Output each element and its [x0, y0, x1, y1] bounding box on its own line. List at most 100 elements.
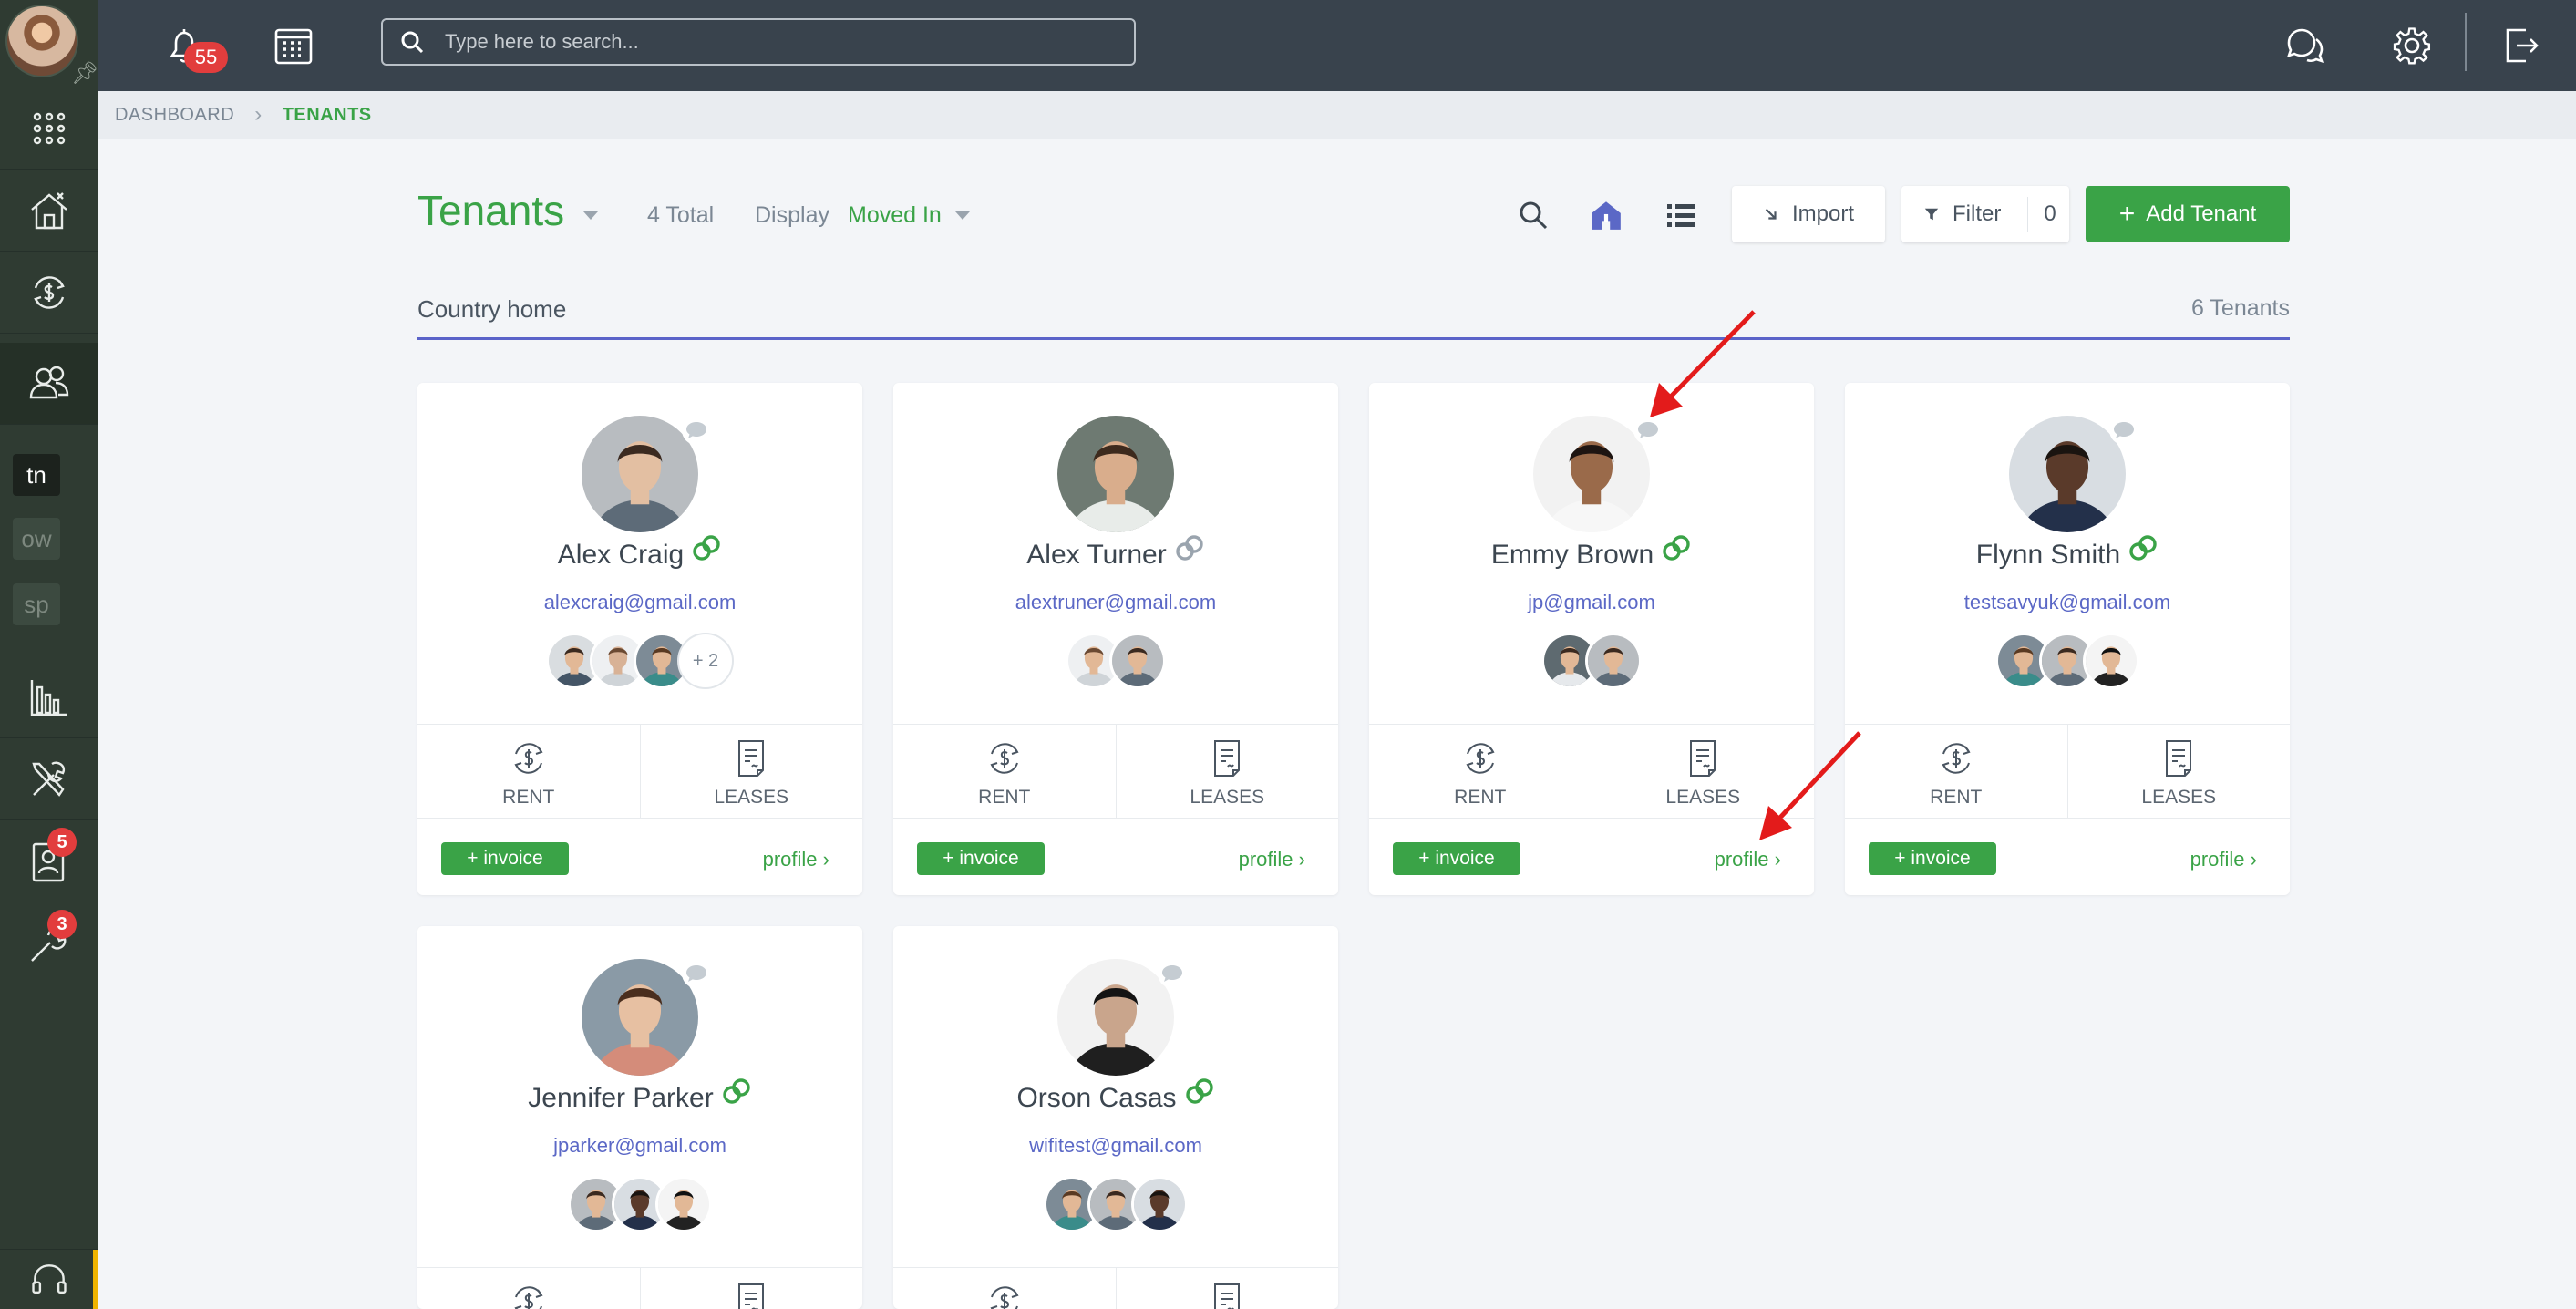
tenant-avatar[interactable]: [1057, 416, 1174, 532]
calendar-button[interactable]: [268, 20, 319, 71]
rent-icon: [1459, 737, 1501, 779]
property-group-count: 6 Tenants: [2191, 295, 2290, 321]
logout-button[interactable]: [2496, 20, 2547, 71]
portfolio-tag-ow[interactable]: ow: [13, 518, 60, 560]
logout-icon: [2506, 28, 2539, 63]
message-icon[interactable]: [1158, 959, 1187, 988]
breadcrumb-dashboard[interactable]: DASHBOARD: [115, 105, 234, 126]
search-box: [381, 18, 1136, 66]
filter-button[interactable]: Filter 0: [1901, 186, 2069, 242]
tenant-name[interactable]: Alex Craig: [558, 540, 684, 571]
rent-action[interactable]: [893, 1268, 1116, 1309]
support-button[interactable]: [0, 1249, 98, 1309]
co-tenant-avatar[interactable]: [1585, 633, 1642, 689]
filter-icon: [1924, 208, 1939, 221]
lease-document-icon: [1206, 737, 1248, 779]
tenant-name[interactable]: Orson Casas: [1016, 1083, 1176, 1114]
tenant-name[interactable]: Flynn Smith: [1976, 540, 2120, 571]
sidebar-item-properties[interactable]: [0, 170, 98, 252]
tenant-email[interactable]: alexcraig@gmail.com: [417, 591, 862, 614]
linked-account-icon: [721, 1076, 752, 1107]
tenant-email[interactable]: alextruner@gmail.com: [893, 591, 1338, 614]
tenant-email[interactable]: jp@gmail.com: [1369, 591, 1814, 614]
tenant-name[interactable]: Alex Turner: [1026, 540, 1166, 571]
more-co-tenants-badge[interactable]: + 2: [677, 633, 734, 689]
tenant-name[interactable]: Jennifer Parker: [528, 1083, 713, 1114]
add-invoice-button[interactable]: + invoice: [917, 842, 1045, 875]
add-invoice-button[interactable]: + invoice: [1393, 842, 1520, 875]
profile-link[interactable]: profile ›: [1715, 848, 1781, 871]
profile-link[interactable]: profile ›: [1239, 848, 1305, 871]
leases-action[interactable]: LEASES: [639, 725, 863, 818]
portfolio-tag-sp[interactable]: sp: [13, 583, 60, 625]
list-view-button[interactable]: [1661, 195, 1701, 235]
tenant-email[interactable]: wifitest@gmail.com: [893, 1134, 1338, 1158]
pin-icon[interactable]: 📌︎: [71, 60, 98, 87]
settings-button[interactable]: [2386, 20, 2437, 71]
leases-action[interactable]: LEASES: [1591, 725, 1815, 818]
message-icon[interactable]: [2109, 416, 2138, 445]
leases-action[interactable]: [639, 1268, 863, 1309]
tenant-avatar[interactable]: [1533, 416, 1650, 532]
rent-action[interactable]: RENT: [1369, 725, 1592, 818]
user-avatar[interactable]: [5, 5, 78, 77]
portfolio-tag-tn[interactable]: tn: [13, 454, 60, 496]
import-arrow-icon: [1765, 208, 1777, 220]
card-view-button[interactable]: [1586, 195, 1626, 235]
tenant-avatar[interactable]: [582, 416, 698, 532]
profile-link[interactable]: profile ›: [2190, 848, 2257, 871]
co-tenant-avatar[interactable]: [2083, 633, 2139, 689]
tenant-card: Alex Turner alextruner@gmail.com RENT LE…: [893, 383, 1338, 895]
sidebar-item-reports[interactable]: [0, 656, 98, 738]
leases-label: LEASES: [1190, 787, 1265, 808]
profile-link[interactable]: profile ›: [763, 848, 829, 871]
add-tenant-button[interactable]: + Add Tenant: [2086, 186, 2290, 242]
leases-label: LEASES: [2141, 787, 2217, 808]
card-footer: + invoice profile ›: [893, 819, 1338, 895]
add-invoice-button[interactable]: + invoice: [1869, 842, 1996, 875]
leases-action[interactable]: LEASES: [1115, 725, 1339, 818]
display-filter-dropdown[interactable]: Moved In: [848, 202, 942, 229]
co-tenant-avatar[interactable]: [655, 1176, 712, 1232]
search-input[interactable]: [445, 30, 1119, 54]
rent-action[interactable]: [417, 1268, 640, 1309]
sidebar-item-tenants[interactable]: [0, 343, 98, 425]
rent-label: RENT: [502, 787, 555, 808]
tenant-email[interactable]: jparker@gmail.com: [417, 1134, 862, 1158]
recurring-payment-icon: [34, 275, 65, 309]
rent-label: RENT: [1454, 787, 1507, 808]
message-icon[interactable]: [682, 416, 711, 445]
co-tenant-avatar[interactable]: [1131, 1176, 1188, 1232]
apps-menu-button[interactable]: [0, 88, 98, 170]
add-invoice-button[interactable]: + invoice: [441, 842, 569, 875]
rent-action[interactable]: RENT: [417, 725, 640, 818]
sidebar-item-payments[interactable]: [0, 252, 98, 334]
tenant-card: Orson Casas wifitest@gmail.com: [893, 926, 1338, 1309]
tenant-avatar[interactable]: [1057, 959, 1174, 1076]
co-tenants: [893, 1176, 1338, 1232]
leases-action[interactable]: LEASES: [2066, 725, 2291, 818]
display-dropdown-icon[interactable]: [955, 211, 970, 220]
rent-action[interactable]: RENT: [893, 725, 1116, 818]
filter-count: 0: [2044, 201, 2056, 226]
page-title[interactable]: Tenants: [417, 186, 564, 235]
tenant-email[interactable]: testsavyuk@gmail.com: [1845, 591, 2290, 614]
tenant-actions: [417, 1267, 862, 1309]
import-button[interactable]: Import: [1732, 186, 1885, 242]
sidebar-item-applications[interactable]: 5: [0, 820, 98, 902]
sidebar-item-tasks[interactable]: 3: [0, 902, 98, 984]
rent-action[interactable]: RENT: [1845, 725, 2067, 818]
message-icon[interactable]: [682, 959, 711, 988]
import-label: Import: [1792, 201, 1855, 226]
search-tenants-button[interactable]: [1513, 195, 1553, 235]
search-icon: [401, 31, 424, 54]
leases-action[interactable]: [1115, 1268, 1339, 1309]
tenant-avatar[interactable]: [2009, 416, 2126, 532]
message-icon[interactable]: [1633, 416, 1663, 445]
messages-button[interactable]: [2279, 20, 2330, 71]
co-tenant-avatar[interactable]: [1109, 633, 1166, 689]
tenant-avatar[interactable]: [582, 959, 698, 1076]
title-dropdown-icon[interactable]: [583, 211, 598, 220]
tenant-name[interactable]: Emmy Brown: [1491, 540, 1654, 571]
sidebar-item-maintenance[interactable]: [0, 738, 98, 820]
